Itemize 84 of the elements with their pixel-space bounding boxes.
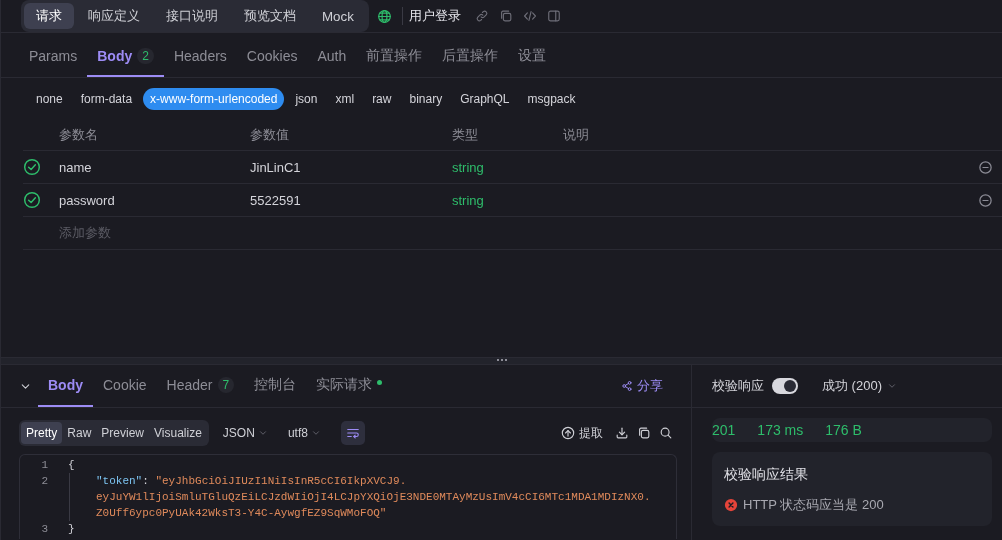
copy-icon[interactable]: [637, 426, 651, 440]
view-tab[interactable]: Mock: [310, 3, 366, 29]
view-mode-tab[interactable]: Visualize: [149, 422, 207, 444]
body-type-option[interactable]: xml: [328, 88, 362, 110]
tab[interactable]: Body: [38, 365, 93, 407]
share-button[interactable]: 分享: [615, 365, 669, 407]
json-key: "token": [96, 475, 143, 487]
view-mode-tab[interactable]: Pretty: [21, 422, 63, 444]
column-header: 参数名: [59, 126, 98, 144]
view-mode-tab[interactable]: Raw: [62, 422, 97, 444]
response-metric: 201: [712, 422, 736, 438]
count-badge: 2: [137, 48, 154, 64]
body-type-option[interactable]: raw: [365, 88, 399, 110]
json-string-value: eyJuYW1lIjoiSmluTGluQzEiLCJzdWIiOjI4LCJpYXQiOjE3NDE0MTAyMzUsImV4cCI6MTc1MDA1MDIzNX0.: [96, 490, 652, 505]
body-type-option[interactable]: msgpack: [520, 88, 583, 110]
view-tab[interactable]: 预览文档: [232, 3, 308, 29]
tab[interactable]: 前置操作: [356, 37, 433, 77]
param-name: name: [59, 159, 92, 175]
body-type-option[interactable]: form-data: [73, 88, 140, 110]
share-icon: [621, 380, 633, 392]
param-name: password: [59, 192, 115, 208]
validation-result-title: 校验响应结果: [724, 466, 809, 484]
param-value: JinLinC1: [250, 159, 301, 175]
globe-icon[interactable]: [376, 8, 392, 24]
body-type-option[interactable]: json: [288, 88, 325, 110]
validate-toggle[interactable]: [772, 378, 798, 394]
wrap-lines-icon: [345, 426, 360, 440]
column-header: 参数值: [250, 126, 289, 144]
validation-result-text: HTTP 状态码应当是 200: [743, 496, 884, 514]
line-number: 3: [40, 522, 49, 537]
chevron-down-icon: [310, 428, 321, 438]
response-metric: 176 B: [825, 422, 862, 438]
view-tab[interactable]: 接口说明: [154, 3, 230, 29]
param-type: string: [452, 192, 484, 208]
format-dropdown[interactable]: JSON: [216, 422, 274, 444]
code-text: }: [68, 523, 75, 535]
sidebar-icon[interactable]: [546, 9, 561, 23]
body-type-option[interactable]: GraphQL: [453, 88, 517, 110]
tab[interactable]: Params: [19, 37, 88, 77]
json-string-value: Z0Uff6ypc0PyUAk42WksT3-Y4C-AywgfEZ9SqWMoFOQ": [96, 506, 388, 521]
line-number: 1: [40, 458, 49, 473]
body-type-option[interactable]: none: [29, 88, 70, 110]
response-metric: 173 ms: [757, 422, 804, 438]
json-string-value: "eyJhbGciOiJIUzI1NiIsInR5cCI6IkpXVCJ9.: [155, 475, 407, 487]
checked-circle-icon[interactable]: [23, 191, 41, 209]
tab[interactable]: 设置: [508, 37, 557, 77]
chevron-down-icon: [257, 428, 268, 438]
param-type: string: [452, 159, 484, 175]
validate-response-label: 校验响应: [712, 377, 764, 395]
column-header: 类型: [452, 126, 478, 144]
link-icon[interactable]: [474, 9, 489, 23]
remove-icon[interactable]: [978, 192, 993, 208]
body-type-option[interactable]: binary: [402, 88, 450, 110]
param-value: 5522591: [250, 192, 301, 208]
tab[interactable]: 实际请求: [306, 365, 393, 407]
tab[interactable]: 控制台: [244, 365, 307, 407]
wrap-lines-button[interactable]: [340, 421, 365, 445]
checked-circle-icon[interactable]: [23, 158, 41, 176]
column-header: 说明: [563, 126, 589, 144]
line-number: 2: [40, 474, 49, 489]
endpoint-name: 用户登录: [401, 7, 461, 25]
view-mode-tab[interactable]: Preview: [96, 422, 150, 444]
tab[interactable]: Cookies: [236, 37, 308, 77]
count-badge: 7: [217, 377, 235, 393]
encoding-dropdown[interactable]: utf8: [281, 422, 327, 444]
response-status-dropdown[interactable]: 成功 (200): [816, 376, 903, 396]
tab[interactable]: 后置操作: [432, 37, 509, 77]
upload-circle-icon: [561, 426, 575, 440]
tab[interactable]: Headers: [163, 37, 237, 77]
code-text: {: [68, 459, 75, 471]
resize-handle[interactable]: [496, 359, 507, 363]
code-punctuation: :: [142, 475, 150, 487]
code-icon[interactable]: [522, 9, 537, 23]
download-icon[interactable]: [615, 426, 629, 440]
view-tab[interactable]: 响应定义: [76, 3, 152, 29]
view-tab[interactable]: 请求: [24, 3, 74, 29]
search-icon[interactable]: [659, 426, 673, 440]
tab[interactable]: Header 7: [156, 365, 245, 407]
tab[interactable]: Auth: [307, 37, 357, 77]
chevron-down-icon: [886, 381, 897, 391]
tab[interactable]: Cookie: [93, 365, 157, 407]
remove-icon[interactable]: [978, 159, 993, 175]
tab[interactable]: Body 2: [87, 37, 164, 77]
extract-button[interactable]: 提取: [557, 424, 607, 442]
